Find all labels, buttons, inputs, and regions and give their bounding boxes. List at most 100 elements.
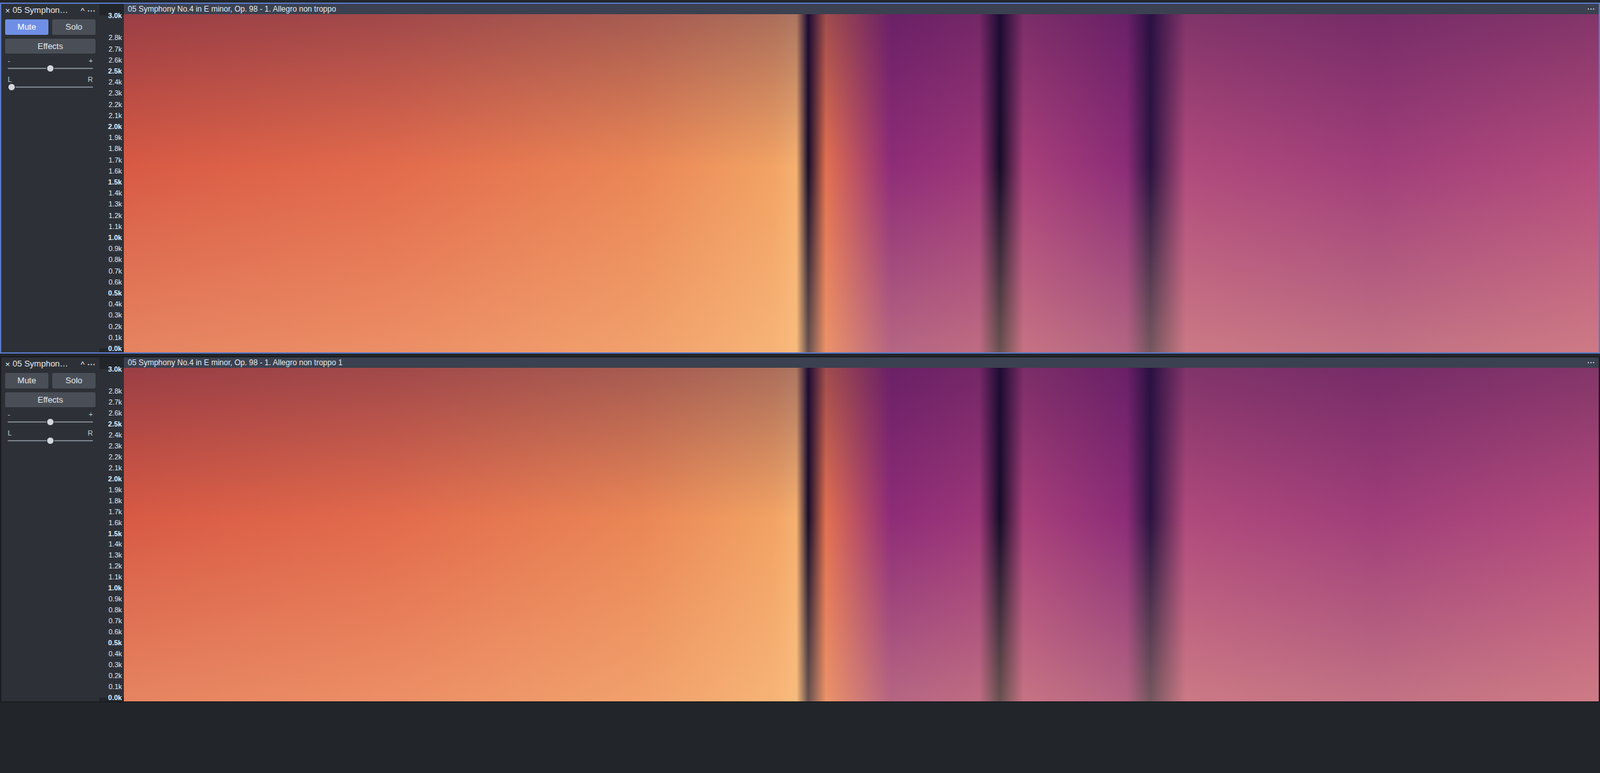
axis-label: 1.3k <box>108 200 122 208</box>
slider-knob[interactable] <box>46 418 55 426</box>
clip-title-bar[interactable]: 05 Symphony No.4 in E minor, Op. 98 - 1.… <box>123 357 1599 368</box>
mute-button[interactable]: Mute <box>5 19 49 35</box>
axis-label: 2.6k <box>108 409 122 417</box>
axis-label: 1.6k <box>108 167 122 175</box>
spectrogram[interactable] <box>123 367 1599 702</box>
app: ×05 Symphon…^⋯MuteSoloEffects-+LR3.0k2.8… <box>0 0 1600 773</box>
axis-label: 1.7k <box>108 156 122 164</box>
axis-label: 0.2k <box>108 322 122 330</box>
axis-label: 0.0k <box>108 345 122 353</box>
axis-label: 2.2k <box>108 452 122 460</box>
axis-label: 0.4k <box>108 650 122 658</box>
axis-label: 1.9k <box>108 134 122 142</box>
axis-label: 2.4k <box>108 430 122 439</box>
axis-label: 2.5k <box>108 67 122 75</box>
axis-label: 0.1k <box>108 333 122 341</box>
axis-label: 2.3k <box>108 441 122 450</box>
axis-label: 0.9k <box>108 245 122 253</box>
track-buttons: MuteSolo <box>5 372 96 389</box>
axis-label: 0.7k <box>108 617 122 625</box>
frequency-axis: 3.0k2.8k2.7k2.6k2.5k2.4k2.3k2.2k2.1k2.0k… <box>99 369 124 698</box>
clip-title: 05 Symphony No.4 in E minor, Op. 98 - 1.… <box>127 4 337 15</box>
track[interactable]: ×05 Symphon…^⋯MuteSoloEffects-+LR3.0k2.8… <box>0 356 1600 703</box>
axis-label: 1.7k <box>108 507 122 515</box>
axis-label: 0.5k <box>108 639 122 647</box>
close-button[interactable]: × <box>5 360 11 369</box>
collapse-button[interactable]: ^ <box>80 360 85 369</box>
axis-label: 2.6k <box>108 56 122 64</box>
collapse-button[interactable]: ^ <box>80 6 85 15</box>
gain-control: -+ <box>5 57 96 73</box>
axis-label: 2.0k <box>108 123 122 131</box>
axis-label: 0.1k <box>108 683 122 691</box>
track-name[interactable]: 05 Symphon… <box>12 5 79 16</box>
effects-button[interactable]: Effects <box>5 392 96 408</box>
axis-label: 1.2k <box>108 211 122 219</box>
close-button[interactable]: × <box>5 6 11 15</box>
effects-button[interactable]: Effects <box>5 38 96 55</box>
gain-slider[interactable] <box>7 64 93 73</box>
track-buttons: MuteSolo <box>5 19 96 35</box>
axis-label: 2.7k <box>108 45 122 53</box>
axis-label: 0.8k <box>108 256 122 264</box>
axis-label: 0.7k <box>108 267 122 275</box>
axis-label: 2.1k <box>108 463 122 471</box>
pan-right-label: R <box>87 429 93 437</box>
axis-label: 3.0k <box>108 365 122 373</box>
axis-label: 0.6k <box>108 278 122 286</box>
spectrogram[interactable] <box>123 14 1599 353</box>
solo-button[interactable]: Solo <box>52 372 96 389</box>
pan-left-label: L <box>7 429 12 437</box>
axis-label: 1.4k <box>108 189 122 197</box>
clip-title: 05 Symphony No.4 in E minor, Op. 98 - 1.… <box>127 358 343 368</box>
axis-label: 1.1k <box>108 222 122 230</box>
axis-label: 0.6k <box>108 628 122 636</box>
pan-right-label: R <box>87 76 93 84</box>
axis-label: 2.1k <box>108 111 122 119</box>
track-header: ×05 Symphon…^⋯ <box>5 358 96 370</box>
solo-button[interactable]: Solo <box>52 19 96 35</box>
slider-knob[interactable] <box>46 436 55 445</box>
axis-label: 1.6k <box>108 518 122 526</box>
gain-slider[interactable] <box>7 418 93 426</box>
axis-label: 1.1k <box>108 573 122 581</box>
axis-label: 1.5k <box>108 178 122 186</box>
track-menu-button[interactable]: ⋯ <box>87 6 96 15</box>
clip[interactable]: 05 Symphony No.4 in E minor, Op. 98 - 1.… <box>123 3 1599 353</box>
track-controls: ×05 Symphon…^⋯MuteSoloEffects-+LR <box>1 3 100 353</box>
slider-knob[interactable] <box>46 64 55 73</box>
slider-knob[interactable] <box>7 83 16 91</box>
axis-label: 1.3k <box>108 551 122 559</box>
clip-menu-button[interactable]: ⋯ <box>1587 358 1595 368</box>
pan-slider[interactable] <box>7 436 93 445</box>
axis-label: 1.8k <box>108 145 122 153</box>
clip-menu-button[interactable]: ⋯ <box>1587 4 1595 15</box>
gain-max-label: + <box>89 410 93 419</box>
axis-label: 1.0k <box>108 234 122 242</box>
axis-label: 1.5k <box>108 529 122 537</box>
clip-title-bar[interactable]: 05 Symphony No.4 in E minor, Op. 98 - 1.… <box>123 3 1599 15</box>
axis-label: 2.2k <box>108 100 122 108</box>
axis-label: 0.8k <box>108 606 122 614</box>
axis-label: 0.9k <box>108 595 122 603</box>
mute-button[interactable]: Mute <box>5 372 49 389</box>
axis-label: 3.0k <box>108 12 122 20</box>
pan-slider[interactable] <box>7 83 93 91</box>
axis-label: 0.0k <box>108 694 122 702</box>
axis-label: 1.8k <box>108 496 122 504</box>
axis-label: 1.0k <box>108 584 122 592</box>
axis-label: 1.4k <box>108 540 122 548</box>
gain-max-label: + <box>89 57 93 65</box>
track-name[interactable]: 05 Symphon… <box>12 358 79 370</box>
axis-label: 2.8k <box>108 34 122 42</box>
clip[interactable]: 05 Symphony No.4 in E minor, Op. 98 - 1.… <box>123 357 1599 702</box>
track-menu-button[interactable]: ⋯ <box>87 360 96 369</box>
axis-label: 0.3k <box>108 661 122 669</box>
gain-control: -+ <box>5 410 96 426</box>
track-header: ×05 Symphon…^⋯ <box>5 5 96 16</box>
axis-label: 0.3k <box>108 311 122 319</box>
axis-label: 2.8k <box>108 387 122 395</box>
track[interactable]: ×05 Symphon…^⋯MuteSoloEffects-+LR3.0k2.8… <box>0 2 1600 354</box>
pan-control: LR <box>5 429 96 445</box>
axis-label: 2.4k <box>108 78 122 86</box>
